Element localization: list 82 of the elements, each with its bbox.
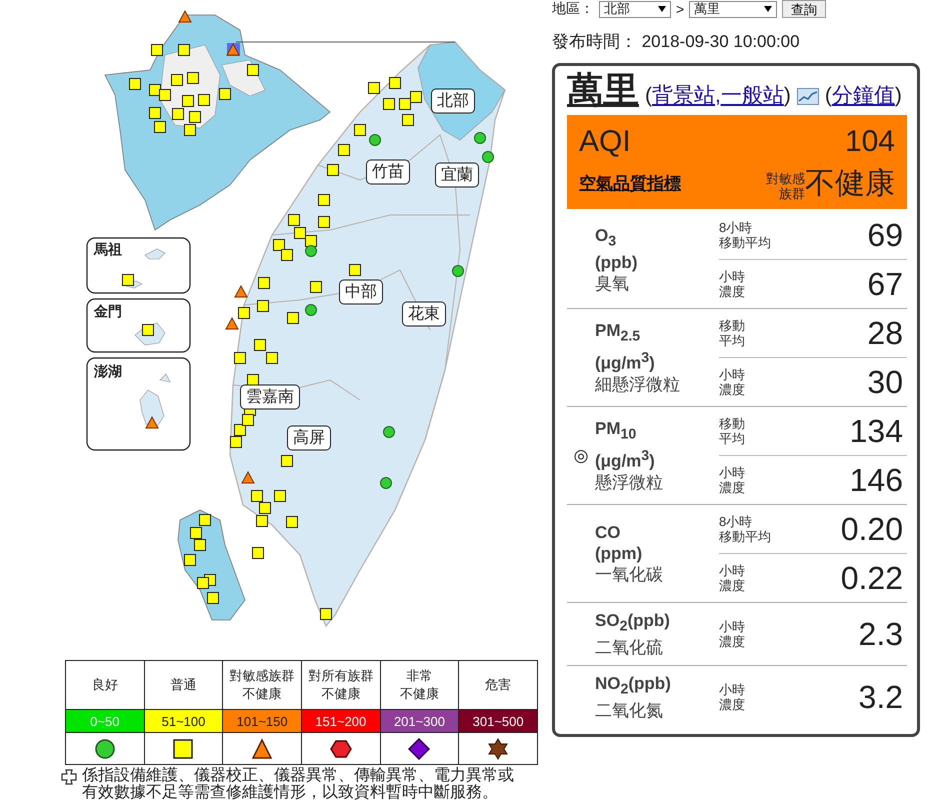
pollutant-chinese-name: 臭氧 [595, 273, 630, 294]
query-button[interactable]: 查詢 [782, 0, 826, 18]
minute-value-link[interactable]: 分鐘值 [832, 84, 895, 107]
region-label[interactable]: 中部 [339, 280, 383, 304]
reading-label: 小時 濃度 [719, 619, 745, 649]
reading-value: 28 [867, 314, 904, 352]
pollutant-name: PM$_{2.5}$ [595, 320, 642, 347]
legend-range: 201~300 [380, 710, 459, 732]
reading-value: 0.22 [840, 560, 904, 596]
region-label[interactable]: 竹苗 [366, 160, 410, 184]
line-chart-icon[interactable] [796, 88, 819, 105]
triangle-marker-icon [251, 738, 274, 760]
reading-value: 30 [867, 364, 904, 400]
inset-label: 金門 [94, 303, 122, 321]
reading-label: 小時 濃度 [719, 367, 745, 397]
caret-icon [764, 6, 772, 12]
pollutant-unit: (μg/m$^{3}$) [595, 446, 656, 472]
station-type-text: (背景站,一般站) [645, 84, 791, 107]
square-marker-icon [172, 738, 194, 760]
reading-label: 小時 濃度 [719, 465, 745, 495]
aqi-info-link[interactable]: 空氣品質指標 [579, 172, 681, 195]
pollutant-unit: (μg/m$^{3}$) [595, 348, 656, 374]
legend-range: 51~100 [144, 710, 223, 732]
pollutant-unit: (ppb) [595, 252, 638, 274]
cross-outline-icon [60, 768, 78, 786]
region-label[interactable]: 雲嘉南 [240, 384, 300, 410]
pollutant-name: PM$_{10}$ [595, 418, 638, 445]
minute-value-text: (分鐘值) [824, 84, 902, 107]
station-name: 萬里 [567, 69, 639, 110]
station-type-link[interactable]: ,一般站 [715, 84, 784, 107]
station-type-link[interactable]: 背景站 [652, 84, 715, 107]
reading-value: 69 [867, 216, 904, 254]
pollutant-name: NO$_{2}$(ppb) [595, 672, 672, 700]
publish-time: 發布時間： 2018-09-30 10:00:00 [552, 31, 801, 53]
reading-label: 8小時 移動平均 [719, 220, 771, 250]
pollutant-chinese-name: 二氧化氮 [595, 700, 664, 722]
legend-range: 0~50 [66, 710, 144, 732]
station-select[interactable]: 萬里 [689, 0, 778, 18]
primary-pollutant-mark: ◎ [574, 446, 588, 466]
inset-label: 澎湖 [94, 363, 122, 381]
reading-label: 小時 濃度 [719, 682, 745, 712]
reading-label: 小時 濃度 [719, 563, 745, 593]
separator-text: > [676, 1, 684, 17]
region-label[interactable]: 花東 [402, 302, 446, 326]
reading-value: 146 [850, 462, 904, 498]
note-text: 係指設備維護、儀器校正、儀器異常、傳輸異常、電力異常或有效數據不足等需查修維護情形，以致資料暫時中斷服務。 [82, 767, 515, 801]
circle-marker-icon [94, 738, 116, 760]
pollutant-name: SO$_{2}$(ppb) [595, 610, 671, 636]
inset-label: 馬祖 [94, 241, 122, 259]
legend-label: 良好 [66, 660, 144, 710]
legend-range: 301~500 [458, 710, 538, 732]
diamond-marker-icon [408, 738, 430, 760]
pollutant-chinese-name: 細懸浮微粒 [595, 374, 681, 395]
region-select[interactable]: 北部 [599, 0, 671, 18]
pollutant-chinese-name: 懸浮微粒 [595, 472, 664, 493]
pollutant-chinese-name: 一氧化碳 [595, 564, 664, 585]
pollutant-name: O$_{3}$ [595, 224, 618, 252]
caret-icon [658, 6, 666, 12]
aqi-label: AQI [579, 125, 631, 159]
star-marker-icon [487, 738, 510, 760]
region-label[interactable]: 高屏 [287, 426, 331, 450]
region-filter-label: 地區： [552, 0, 594, 18]
legend-range: 101~150 [222, 710, 302, 732]
pollutant-chinese-name: 二氧化硫 [595, 637, 664, 658]
reading-label: 小時 濃度 [719, 269, 745, 299]
region-label[interactable]: 宜蘭 [435, 162, 479, 188]
reading-value: 134 [850, 412, 904, 450]
reading-value: 3.2 [858, 678, 904, 716]
pollutant-unit: (ppm) [595, 543, 644, 564]
reading-label: 8小時 移動平均 [719, 514, 771, 544]
reading-value: 67 [867, 266, 904, 302]
pollutant-name: CO [595, 522, 622, 543]
reading-value: 2.3 [858, 616, 904, 652]
region-label[interactable]: 北部 [431, 88, 475, 114]
reading-value: 0.20 [840, 510, 904, 548]
aqi-status: 不健康 [805, 167, 895, 201]
hexagon-marker-icon [330, 738, 352, 760]
aqi-value: 104 [844, 125, 895, 159]
reading-label: 移動 平均 [719, 318, 745, 348]
reading-label: 移動 平均 [719, 416, 745, 446]
legend-range: 151~200 [301, 710, 380, 732]
sensitive-group-text: 對敏感 族群 [766, 171, 805, 201]
